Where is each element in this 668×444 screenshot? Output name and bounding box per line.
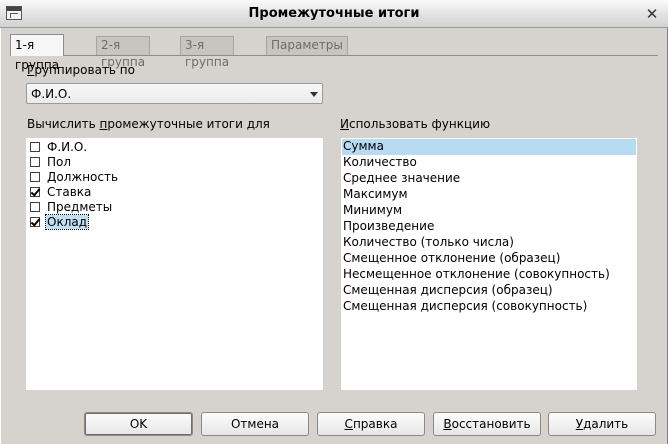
tab-group-1[interactable]: 1-я группа xyxy=(10,34,65,72)
tab-group-2[interactable]: 2-я группа xyxy=(96,36,151,69)
function-item-stdev-sample[interactable]: Смещенное отклонение (образец) xyxy=(342,251,636,267)
function-item-count-numbers[interactable]: Количество (только числа) xyxy=(342,235,636,251)
functions-list[interactable]: Сумма Количество Среднее значение Максим… xyxy=(341,138,637,390)
cancel-button[interactable]: Отмена xyxy=(201,412,309,436)
use-function-label: Использовать функцию xyxy=(340,117,491,131)
function-item-sum[interactable]: Сумма xyxy=(342,139,636,155)
calc-for-label: Вычислить промежуточные итоги для xyxy=(27,117,270,131)
function-item-stdev-population[interactable]: Несмещенное отклонение (совокупность) xyxy=(342,267,636,283)
function-item-average[interactable]: Среднее значение xyxy=(342,171,636,187)
function-item-min[interactable]: Минимум xyxy=(342,203,636,219)
window-title: Промежуточные итоги xyxy=(248,6,420,21)
function-item-var-sample[interactable]: Смещенная дисперсия (образец) xyxy=(342,283,636,299)
reset-button[interactable]: Восстановить xyxy=(433,412,541,436)
checkbox-icon[interactable] xyxy=(30,156,40,167)
delete-button[interactable]: Удалить xyxy=(548,412,656,436)
field-item-salary[interactable]: Оклад xyxy=(30,213,90,230)
field-item-fio[interactable]: Ф.И.О. xyxy=(30,139,88,154)
checkbox-icon[interactable] xyxy=(30,216,40,227)
field-item-position[interactable]: Должность xyxy=(30,169,119,184)
field-item-rate[interactable]: Ставка xyxy=(30,184,92,199)
function-item-product[interactable]: Произведение xyxy=(342,219,636,235)
checkbox-icon[interactable] xyxy=(30,186,40,197)
title-bar: Промежуточные итоги ✕ xyxy=(0,0,668,28)
group-by-value: Ф.И.О. xyxy=(31,87,72,101)
function-item-count[interactable]: Количество xyxy=(342,155,636,171)
function-item-var-population[interactable]: Смещенная дисперсия (совокупность) xyxy=(342,299,636,315)
close-icon[interactable]: ✕ xyxy=(643,5,661,23)
function-item-max[interactable]: Максимум xyxy=(342,187,636,203)
ok-button[interactable]: OK xyxy=(84,412,193,436)
help-button[interactable]: Справка xyxy=(317,412,425,436)
calc-fields-list[interactable]: Ф.И.О. Пол Должность Ставка Предметы Окл… xyxy=(26,138,323,390)
group-by-dropdown[interactable]: Ф.И.О. xyxy=(26,83,323,104)
checkbox-icon[interactable] xyxy=(30,141,40,152)
tab-group-3[interactable]: 3-я группа xyxy=(180,36,235,69)
tab-options[interactable]: Параметры xyxy=(266,36,348,55)
checkbox-icon[interactable] xyxy=(30,201,40,212)
checkbox-icon[interactable] xyxy=(30,171,40,182)
field-item-gender[interactable]: Пол xyxy=(30,154,72,169)
chevron-down-icon xyxy=(310,92,318,97)
field-item-subjects[interactable]: Предметы xyxy=(30,199,113,214)
